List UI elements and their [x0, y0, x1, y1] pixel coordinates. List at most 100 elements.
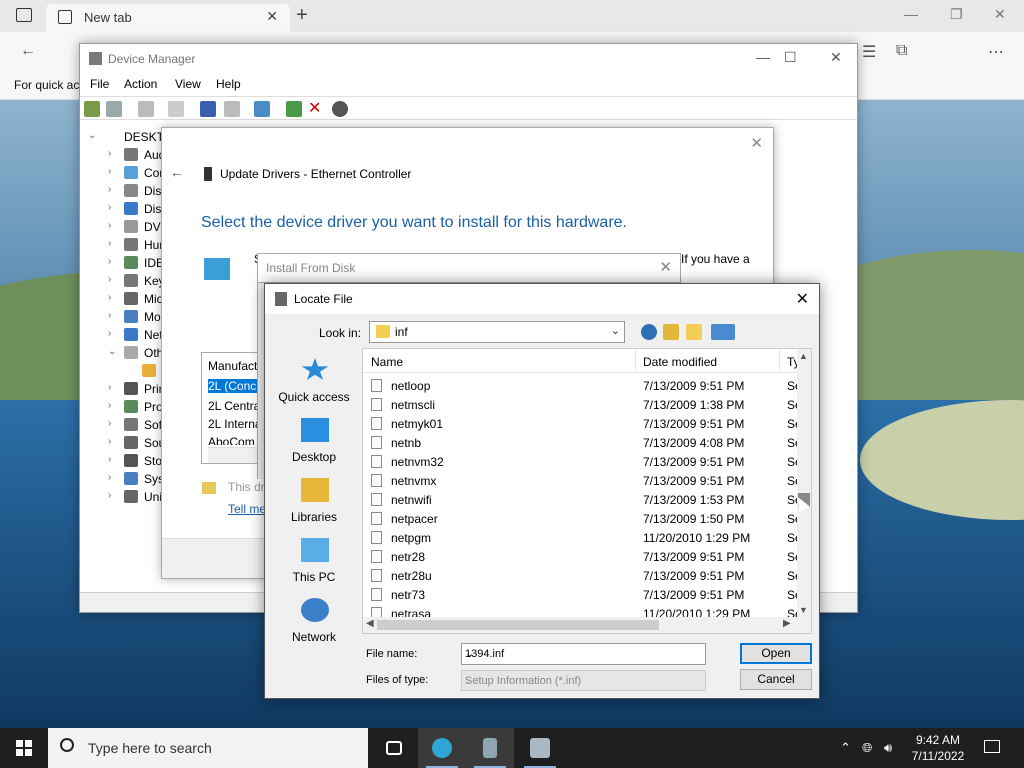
sidebar-toggle-icon[interactable]	[16, 8, 32, 22]
tree-category[interactable]: › IDE	[80, 254, 170, 272]
file-row[interactable]: netmyk01 7/13/2009 9:51 PM Se	[363, 414, 797, 433]
menu-file[interactable]: File	[90, 77, 109, 91]
tree-unknown-device[interactable]	[80, 362, 170, 380]
file-list-vscroll[interactable]: ▲ ▼	[797, 349, 811, 617]
menu-action[interactable]: Action	[124, 77, 157, 91]
collapse-icon[interactable]: ⌄	[88, 130, 96, 141]
taskbar-search[interactable]: Type here to search	[48, 728, 368, 768]
taskbar-edge[interactable]	[418, 728, 466, 768]
open-button[interactable]: Open	[740, 643, 812, 664]
expand-icon[interactable]: ›	[108, 490, 111, 501]
scroll-down-icon[interactable]: ▼	[799, 605, 808, 615]
minimize-icon[interactable]: —	[904, 6, 918, 22]
cancel-button[interactable]: Cancel	[740, 669, 812, 690]
file-row[interactable]: netmscli 7/13/2009 1:38 PM Se	[363, 395, 797, 414]
file-row[interactable]: netr28 7/13/2009 9:51 PM Se	[363, 547, 797, 566]
file-row[interactable]: netloop 7/13/2009 9:51 PM Se	[363, 376, 797, 395]
taskbar-device-manager[interactable]	[516, 728, 564, 768]
expand-icon[interactable]: ›	[108, 184, 111, 195]
expand-icon[interactable]: ›	[108, 436, 111, 447]
tree-category[interactable]: › Uni	[80, 488, 170, 506]
expand-icon[interactable]: ›	[108, 310, 111, 321]
minimize-icon[interactable]: —	[756, 49, 770, 65]
up-folder-icon[interactable]	[663, 324, 679, 340]
close-icon[interactable]: ✕	[796, 289, 809, 309]
tree-category[interactable]: › Stor	[80, 452, 170, 470]
properties-icon[interactable]	[138, 101, 154, 117]
place-desktop[interactable]: Desktop	[273, 408, 355, 468]
scroll-left-icon[interactable]: ◀	[366, 618, 374, 629]
tree-category[interactable]: › Disp	[80, 200, 170, 218]
file-row[interactable]: netnwifi7/13/2009 1:53 PMSe	[363, 490, 797, 509]
help-icon[interactable]	[200, 101, 216, 117]
back-icon[interactable]: ←	[20, 42, 36, 60]
look-in-dropdown[interactable]: inf ⌄	[369, 321, 625, 343]
place-libraries[interactable]: Libraries	[273, 468, 355, 528]
tree-category[interactable]: › Soft	[80, 416, 170, 434]
more-menu-icon[interactable]: ⋯	[988, 42, 1004, 62]
expand-icon[interactable]: ›	[108, 274, 111, 285]
tree-category[interactable]: › Aud	[80, 146, 170, 164]
view-menu-icon[interactable]	[711, 324, 735, 340]
restore-icon[interactable]: ❐	[950, 6, 963, 23]
expand-icon[interactable]: ›	[108, 220, 111, 231]
maximize-icon[interactable]: ☐	[784, 49, 797, 66]
files-of-type-select[interactable]: Setup Information (*.inf) ⌄	[461, 670, 706, 691]
file-row[interactable]: netr73 7/13/2009 9:51 PM Se	[363, 585, 797, 604]
tree-category[interactable]: › Syst	[80, 470, 170, 488]
expand-icon[interactable]: ›	[108, 328, 111, 339]
file-list-hscroll[interactable]: ◀ ▶	[363, 617, 811, 633]
expand-icon[interactable]: ›	[108, 418, 111, 429]
expand-icon[interactable]: ›	[108, 238, 111, 249]
back-arrow-icon[interactable]	[641, 324, 657, 340]
collapse-icon[interactable]: ⌄	[108, 346, 116, 357]
expand-icon[interactable]: ›	[108, 166, 111, 177]
uninstall-icon[interactable]: ✕	[308, 101, 324, 117]
scroll-right-icon[interactable]: ▶	[783, 618, 791, 629]
file-name-input[interactable]: 1394.inf ⌄	[461, 643, 706, 665]
file-row[interactable]: netnb 7/13/2009 4:08 PM Se	[363, 433, 797, 452]
column-name[interactable]: Name	[371, 355, 403, 369]
browser-tab-new[interactable]: New tab ✕	[46, 4, 290, 32]
tree-category[interactable]: ⌄ Oth	[80, 344, 170, 362]
back-arrow-icon[interactable]	[84, 101, 100, 117]
tree-category[interactable]: › Net	[80, 326, 170, 344]
close-icon[interactable]: ✕	[830, 49, 842, 66]
volume-icon[interactable]: 🔊︎	[884, 740, 892, 756]
new-tab-button[interactable]: +	[296, 4, 308, 27]
taskbar-driver-app[interactable]	[466, 728, 514, 768]
network-icon[interactable]: 🌐︎	[862, 740, 872, 756]
place-quick-access[interactable]: Quick access	[273, 348, 355, 408]
tree-category[interactable]: › Mic	[80, 290, 170, 308]
view-icon[interactable]	[224, 101, 240, 117]
favorites-icon[interactable]: ☰	[862, 42, 876, 62]
notification-icon[interactable]	[984, 740, 1000, 753]
expand-icon[interactable]: ›	[108, 382, 111, 393]
file-row[interactable]: netpacer 7/13/2009 1:50 PM Se	[363, 509, 797, 528]
back-arrow-icon[interactable]: ←	[170, 164, 184, 180]
disable-icon[interactable]	[332, 101, 348, 117]
chevron-down-icon[interactable]: ⌄	[465, 647, 699, 660]
column-divider[interactable]	[635, 349, 636, 373]
start-button[interactable]	[16, 740, 32, 756]
close-window-icon[interactable]: ✕	[994, 6, 1006, 23]
scroll-up-icon[interactable]: ▲	[799, 351, 808, 361]
tree-category[interactable]: › Mo	[80, 308, 170, 326]
list-icon[interactable]	[168, 101, 184, 117]
expand-icon[interactable]: ›	[108, 472, 111, 483]
tree-category[interactable]: › Pro	[80, 398, 170, 416]
clock[interactable]: 9:42 AM 7/11/2022	[906, 732, 970, 764]
tree-category[interactable]: › Prin	[80, 380, 170, 398]
close-tab-icon[interactable]: ✕	[266, 8, 278, 25]
file-row[interactable]: netpgm 11/20/2010 1:29 PM Se	[363, 528, 797, 547]
expand-icon[interactable]: ›	[108, 256, 111, 267]
place-network[interactable]: Network	[273, 588, 355, 648]
tree-category[interactable]: › Hun	[80, 236, 170, 254]
file-row[interactable]: netnvmx 7/13/2009 9:51 PM Se	[363, 471, 797, 490]
menu-view[interactable]: View	[175, 77, 201, 91]
place-this-pc[interactable]: This PC	[273, 528, 355, 588]
forward-arrow-icon[interactable]	[106, 101, 122, 117]
menu-help[interactable]: Help	[216, 77, 241, 91]
expand-icon[interactable]: ›	[108, 148, 111, 159]
tell-me-link[interactable]: Tell me	[228, 502, 266, 516]
